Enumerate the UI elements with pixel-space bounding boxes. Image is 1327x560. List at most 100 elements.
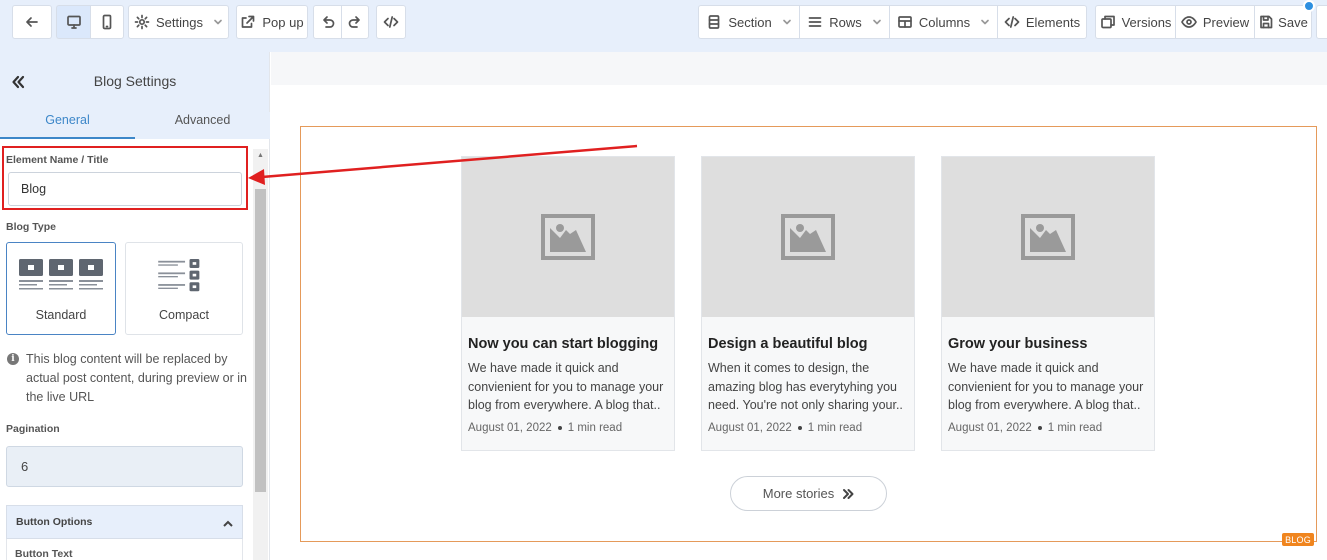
code-icon <box>1004 16 1020 28</box>
image-placeholder-icon <box>541 214 595 260</box>
redo-button[interactable] <box>341 5 369 39</box>
card-date: August 01, 2022 <box>468 422 552 434</box>
card-image-placeholder <box>462 157 674 317</box>
chevron-down-icon <box>214 19 222 25</box>
preview-label: Preview <box>1202 14 1250 30</box>
gear-icon <box>134 14 150 30</box>
panel-tabs: General Advanced <box>0 112 270 139</box>
eye-icon <box>1181 16 1197 28</box>
image-placeholder-icon <box>781 214 835 260</box>
rows-dropdown[interactable]: Rows <box>799 5 889 39</box>
card-date: August 01, 2022 <box>708 422 792 434</box>
card-excerpt: When it comes to design, the amazing blo… <box>708 361 903 412</box>
undo-icon <box>322 16 334 28</box>
card-date: August 01, 2022 <box>948 422 1032 434</box>
compact-option-label: Compact <box>158 308 210 322</box>
undo-button[interactable] <box>313 5 341 39</box>
button-text-label: Button Text <box>15 548 73 560</box>
panel-scrollbar-thumb[interactable] <box>255 189 266 492</box>
section-icon <box>708 15 720 29</box>
save-label: Save <box>1278 14 1308 30</box>
columns-label: Columns <box>918 14 971 30</box>
canvas-top-strip <box>271 52 1327 85</box>
save-button[interactable]: Save <box>1254 5 1312 39</box>
panel-header: Blog Settings <box>0 52 269 112</box>
button-options-accordion[interactable]: Button Options <box>6 505 243 539</box>
compact-layout-icon <box>158 259 200 292</box>
desktop-icon <box>66 15 81 29</box>
columns-dropdown[interactable]: Columns <box>889 5 997 39</box>
card-image-placeholder <box>702 157 914 317</box>
scroll-up-arrow-icon[interactable]: ▲ <box>255 149 266 161</box>
notification-dot <box>1303 0 1315 12</box>
button-options-label: Button Options <box>16 516 93 528</box>
card-image-placeholder <box>942 157 1154 317</box>
mobile-icon <box>102 14 112 30</box>
elements-button[interactable]: Elements <box>997 5 1087 39</box>
card-meta: August 01, 2022 1 min read <box>468 422 622 434</box>
image-placeholder-icon <box>1021 214 1075 260</box>
mobile-view-button[interactable] <box>90 5 124 39</box>
settings-dropdown[interactable]: Settings <box>128 5 229 39</box>
info-icon: i <box>7 353 19 365</box>
section-label: Section <box>728 14 772 30</box>
popup-button[interactable]: Pop up <box>236 5 308 39</box>
section-dropdown[interactable]: Section <box>698 5 799 39</box>
more-menu-button[interactable] <box>1316 5 1327 39</box>
card-title: Design a beautiful blog <box>708 336 868 352</box>
versions-icon <box>1100 15 1115 29</box>
chevron-down-icon <box>981 19 989 25</box>
standard-option-label: Standard <box>35 308 87 322</box>
pagination-input[interactable]: 6 <box>6 446 243 487</box>
chevron-down-icon <box>782 19 791 25</box>
card-excerpt: We have made it quick and convienient fo… <box>948 361 1144 412</box>
blog-type-label: Blog Type <box>6 221 56 233</box>
preview-button[interactable]: Preview <box>1175 5 1254 39</box>
info-text: This blog content will be replaced by ac… <box>26 352 247 404</box>
double-chevron-right-icon <box>843 488 854 499</box>
arrow-left-icon <box>26 17 38 27</box>
settings-label: Settings <box>156 14 203 30</box>
panel-title: Blog Settings <box>93 73 177 89</box>
desktop-view-button[interactable] <box>56 5 90 39</box>
rows-label: Rows <box>829 14 862 30</box>
blog-type-standard-option[interactable]: Standard <box>6 242 116 335</box>
redo-icon <box>348 16 360 28</box>
code-button[interactable] <box>376 5 406 39</box>
tab-general[interactable]: General <box>0 112 135 139</box>
chevron-up-icon <box>222 517 234 529</box>
pagination-label: Pagination <box>6 423 60 435</box>
code-icon <box>383 16 399 28</box>
back-button[interactable] <box>12 5 52 39</box>
more-stories-label: More stories <box>762 486 835 501</box>
columns-icon <box>897 16 912 28</box>
card-read-time: 1 min read <box>567 422 623 434</box>
separator-dot <box>797 426 802 430</box>
separator-dot <box>1037 426 1042 430</box>
blog-card[interactable]: Design a beautiful blog When it comes to… <box>701 156 915 451</box>
elements-label: Elements <box>1025 14 1081 30</box>
rows-icon <box>808 17 822 27</box>
more-stories-button[interactable]: More stories <box>730 476 887 511</box>
tab-advanced[interactable]: Advanced <box>135 112 270 139</box>
settings-panel: Blog Settings General Advanced ▲ Element… <box>0 52 270 560</box>
chevron-down-icon <box>872 19 881 25</box>
card-excerpt: We have made it quick and convienient fo… <box>468 361 664 412</box>
versions-label: Versions <box>1121 14 1172 30</box>
popup-label: Pop up <box>262 14 304 30</box>
blog-card[interactable]: Now you can start blogging We have made … <box>461 156 675 451</box>
top-toolbar: Settings Pop up Section Rows Columns Ele… <box>0 0 1327 52</box>
external-link-icon <box>242 15 255 28</box>
versions-button[interactable]: Versions <box>1095 5 1175 39</box>
card-read-time: 1 min read <box>807 422 863 434</box>
card-title: Now you can start blogging <box>468 336 659 352</box>
standard-layout-icon <box>19 259 103 290</box>
card-title: Grow your business <box>948 336 1088 352</box>
blog-element-tag[interactable]: BLOG <box>1282 533 1314 546</box>
card-meta: August 01, 2022 1 min read <box>708 422 862 434</box>
save-icon <box>1260 15 1273 29</box>
card-read-time: 1 min read <box>1047 422 1103 434</box>
blog-type-compact-option[interactable]: Compact <box>125 242 243 335</box>
card-meta: August 01, 2022 1 min read <box>948 422 1102 434</box>
blog-card[interactable]: Grow your business We have made it quick… <box>941 156 1155 451</box>
